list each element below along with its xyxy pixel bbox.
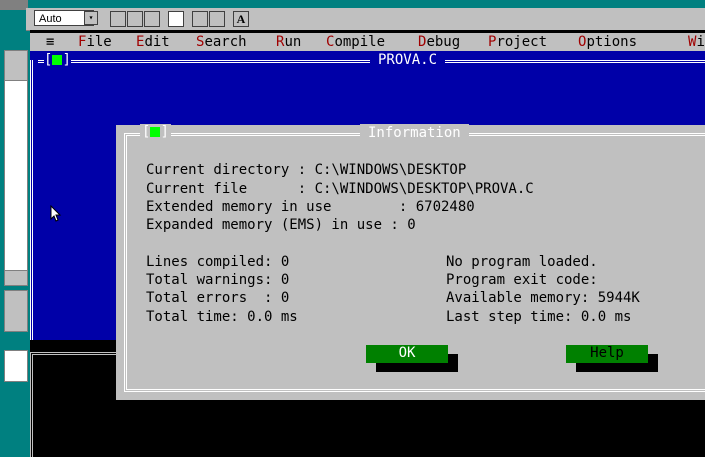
help-button[interactable]: Help: [566, 345, 648, 363]
menu-label: i: [696, 34, 705, 50]
ok-button[interactable]: OK: [366, 345, 448, 363]
background-window: [4, 350, 28, 382]
menu-options[interactable]: Options: [578, 33, 637, 51]
total-time: Total time: 0.0 ms: [146, 309, 298, 325]
menu-edit[interactable]: Edit: [136, 33, 170, 51]
menu-window[interactable]: Wi: [688, 33, 705, 51]
system-menu[interactable]: ≡: [46, 33, 54, 51]
close-icon: [52, 55, 63, 65]
background-window: [0, 0, 28, 10]
bracket: [: [44, 52, 53, 68]
dos-window-toolbar: Auto ▾ A: [26, 8, 705, 31]
menu-bar: ≡ File Edit Search Run Compile Debug Pro…: [30, 33, 705, 51]
menu-project[interactable]: Project: [488, 33, 547, 51]
current-file: Current file : C:\WINDOWS\DESKTOP\PROVA.…: [146, 181, 534, 197]
menu-label: un: [284, 34, 302, 50]
background-window: [4, 270, 28, 286]
menu-debug[interactable]: Debug: [418, 33, 460, 51]
menu-search[interactable]: Search: [196, 33, 247, 51]
menu-label: ptions: [586, 34, 638, 50]
background-window: [4, 290, 28, 332]
close-icon: [150, 127, 161, 137]
menu-label: ile: [86, 34, 112, 50]
background-icon[interactable]: [209, 11, 225, 27]
menu-label: ompile: [334, 34, 386, 50]
paste-icon[interactable]: [144, 11, 160, 27]
total-errors: Total errors : 0: [146, 290, 290, 306]
extended-memory: Extended memory in use : 6702480: [146, 199, 475, 215]
bracket: [: [142, 124, 151, 140]
background-window: [4, 50, 28, 82]
total-warnings: Total warnings: 0: [146, 272, 290, 288]
mouse-pointer-icon: [50, 205, 62, 222]
copy-icon[interactable]: [127, 11, 143, 27]
bracket: ]: [160, 124, 169, 140]
menu-file[interactable]: File: [78, 33, 112, 51]
menu-run[interactable]: Run: [276, 33, 301, 51]
editor-frame: [30, 60, 36, 340]
program-status: No program loaded.: [446, 254, 598, 270]
editor-close-button[interactable]: []: [44, 52, 71, 68]
fullscreen-icon[interactable]: [168, 11, 184, 27]
available-memory: Available memory: 5944K: [446, 290, 640, 306]
menu-compile[interactable]: Compile: [326, 33, 385, 51]
menu-label: dit: [144, 34, 170, 50]
chevron-down-icon[interactable]: ▾: [84, 11, 98, 25]
desktop-strip: [0, 0, 30, 454]
background-window: [4, 80, 28, 272]
properties-icon[interactable]: [192, 11, 208, 27]
menu-label: roject: [496, 34, 548, 50]
editor-title: PROVA.C: [370, 51, 446, 69]
dialog-title: Information: [360, 124, 469, 142]
expanded-memory: Expanded memory (EMS) in use : 0: [146, 217, 416, 233]
menu-label: ebug: [426, 34, 461, 50]
last-step-time: Last step time: 0.0 ms: [446, 309, 632, 325]
dialog-close-button[interactable]: []: [140, 124, 171, 140]
program-exit-code: Program exit code:: [446, 272, 598, 288]
menu-label: earch: [204, 34, 247, 50]
current-directory: Current directory : C:\WINDOWS\DESKTOP: [146, 162, 467, 178]
mark-icon[interactable]: [110, 11, 126, 27]
bracket: ]: [62, 52, 71, 68]
lines-compiled: Lines compiled: 0: [146, 254, 290, 270]
font-button[interactable]: A: [233, 11, 249, 27]
